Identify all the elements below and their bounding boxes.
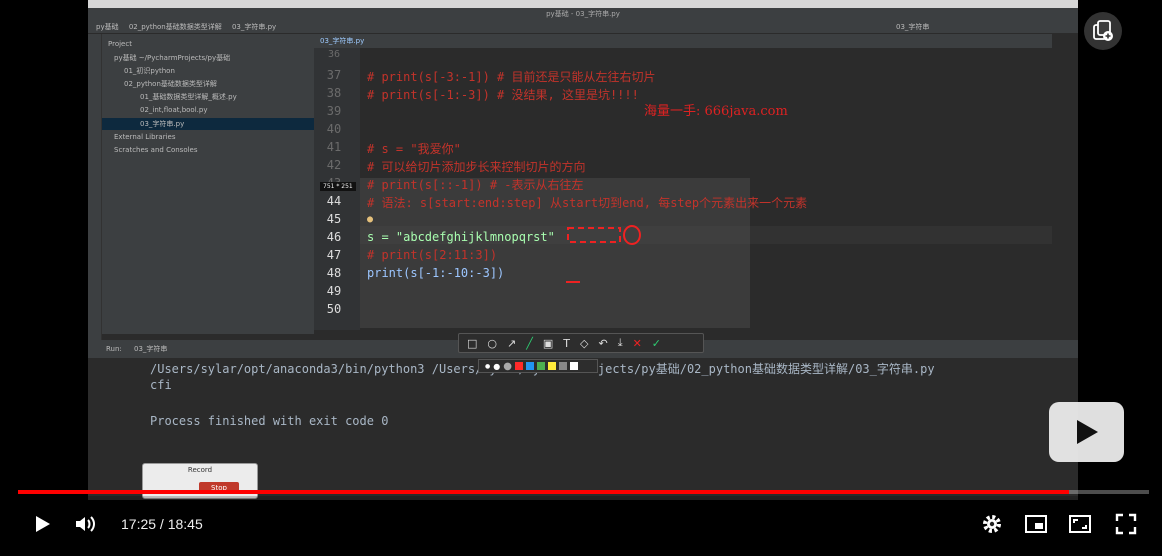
cancel-icon: ✕ <box>632 336 642 350</box>
text-tool-icon: T <box>563 336 570 350</box>
code-editor: 03_字符串.py 36 37 # print(s[-3:-1]) # 目前还是… <box>314 34 1052 330</box>
settings-button[interactable] <box>978 510 1006 538</box>
line-number: 48 <box>326 266 342 280</box>
breadcrumb: py基础 02_python基础数据类型详解 03_字符串.py 03_字符串 <box>88 20 1078 34</box>
color-swatch <box>547 362 556 370</box>
tree-item-label: 03_字符串.py <box>140 120 185 128</box>
video-frame[interactable]: py基础 - 03_字符串.py py基础 02_python基础数据类型详解 … <box>88 0 1078 500</box>
arrow-tool-icon: ↗ <box>507 336 517 350</box>
miniplayer-button[interactable] <box>1084 12 1122 50</box>
color-swatch <box>569 362 578 370</box>
line-number: 42 <box>326 158 342 172</box>
color-swatch <box>536 362 545 370</box>
copy-link-icon <box>1093 20 1113 41</box>
code-line: print(s[-1:-10:-3]) <box>367 266 505 280</box>
volume-icon <box>76 516 95 532</box>
ellipse-tool-icon: ○ <box>487 336 498 350</box>
medium-dot-icon: ● <box>493 361 501 371</box>
watermark-text: 海量一手: 666java.com <box>644 104 788 119</box>
lightbulb-icon: ● <box>367 214 374 225</box>
line-number: 36 <box>327 49 341 60</box>
code-line: # s = "我爱你" <box>367 142 461 156</box>
line-number: 46 <box>326 230 342 244</box>
line-number: 47 <box>326 248 342 262</box>
download-icon: ⤓ <box>617 336 623 349</box>
color-swatch <box>525 362 534 370</box>
line-number: 37 <box>326 68 342 82</box>
fullscreen-button[interactable] <box>1112 510 1140 538</box>
play-button[interactable] <box>28 510 56 538</box>
mac-menu-bar <box>88 0 1078 8</box>
code-line: # print(s[2:11:3]) <box>367 248 498 262</box>
play-icon <box>36 516 50 532</box>
tree-item: 01_基础数据类型详解_概述.py <box>140 93 237 101</box>
line-number: 41 <box>326 140 342 154</box>
player-controls: 17:25 / 18:45 <box>0 496 1162 556</box>
annotation-toolbar: □ ○ ↗ ╱ ▣ T ◇ ↶ ⤓ ✕ ✓ <box>458 333 704 353</box>
window-title: py基础 - 03_字符串.py <box>88 8 1078 20</box>
run-label: Run: <box>106 345 122 353</box>
record-window-title: Record <box>187 466 213 474</box>
mosaic-tool-icon: ▣ <box>542 336 554 350</box>
tag-tool-icon: ◇ <box>580 336 589 350</box>
miniplayer-mode-button[interactable] <box>1022 510 1050 538</box>
tree-item-selected: 03_字符串.py <box>102 118 314 130</box>
small-dot-icon: ● <box>485 362 491 370</box>
project-panel-header: Project <box>108 40 132 48</box>
tree-item: py基础 ~/PycharmProjects/py基础 <box>114 54 231 62</box>
line-number: 44 <box>326 194 342 208</box>
editor-tab: 03_字符串.py <box>320 37 365 45</box>
run-output: cfi <box>150 378 172 392</box>
red-annotation-marks <box>567 225 641 245</box>
red-underline-mark <box>566 281 580 283</box>
theater-mode-button[interactable] <box>1066 510 1094 538</box>
tree-item: External Libraries <box>114 133 176 141</box>
tree-item: 02_int,float,bool.py <box>140 106 208 114</box>
pen-tool-icon: ╱ <box>526 336 533 350</box>
line-number: 39 <box>326 104 342 118</box>
breadcrumb-item: 03_字符串.py <box>231 23 277 31</box>
undo-icon: ↶ <box>598 336 608 350</box>
mute-button[interactable] <box>72 510 100 538</box>
run-tab: 03_字符串 <box>134 345 168 353</box>
line-number: 40 <box>326 122 342 136</box>
gear-icon <box>983 515 1001 533</box>
large-dot-icon: ● <box>503 360 512 372</box>
code-line: # 语法: s[start:end:step] 从start切到end, 每st… <box>367 196 808 210</box>
code-line: # print(s[-3:-1]) # 目前还是只能从左往右切片 <box>367 70 656 84</box>
project-panel: Project py基础 ~/PycharmProjects/py基础 01_初… <box>102 34 314 334</box>
code-line: s = "abcdefghijklmnopqrst" <box>367 230 555 244</box>
progress-bar-played <box>18 490 1069 494</box>
line-number: 49 <box>326 284 342 298</box>
code-line: # print(s[-1:-3]) # 没结果, 这里是坑!!!! <box>367 88 639 102</box>
run-config-select: 03_字符串 <box>896 23 930 31</box>
tree-item: Scratches and Consoles <box>114 146 198 154</box>
line-number: 38 <box>326 86 342 100</box>
code-line: # print(s[::-1]) # -表示从右往左 <box>367 178 584 192</box>
line-number: 45 <box>326 212 342 226</box>
breadcrumb-item: py基础 <box>96 23 119 31</box>
time-display: 17:25 / 18:45 <box>121 516 203 532</box>
miniplayer-icon <box>1025 515 1047 533</box>
confirm-icon: ✓ <box>651 336 661 350</box>
run-finish-message: Process finished with exit code 0 <box>150 414 389 428</box>
color-swatch-bar: ● ● ● <box>478 359 598 373</box>
selection-size-label: 751 * 251 <box>320 182 356 191</box>
fullscreen-icon <box>1115 513 1137 535</box>
breadcrumb-item: 02_python基础数据类型详解 <box>128 23 222 31</box>
editor-tab-bar: 03_字符串.py <box>314 34 1052 48</box>
rectangle-tool-icon: □ <box>467 336 478 350</box>
code-line: # 可以给切片添加步长来控制切片的方向 <box>367 160 586 174</box>
line-number: 50 <box>326 302 342 316</box>
theater-icon <box>1069 515 1091 533</box>
large-play-button[interactable] <box>1049 402 1124 462</box>
play-icon <box>1076 420 1098 444</box>
color-swatch <box>558 362 567 370</box>
color-swatch <box>514 362 523 370</box>
tree-item: 01_初识python <box>124 67 175 75</box>
tree-item: 02_python基础数据类型详解 <box>124 80 217 88</box>
